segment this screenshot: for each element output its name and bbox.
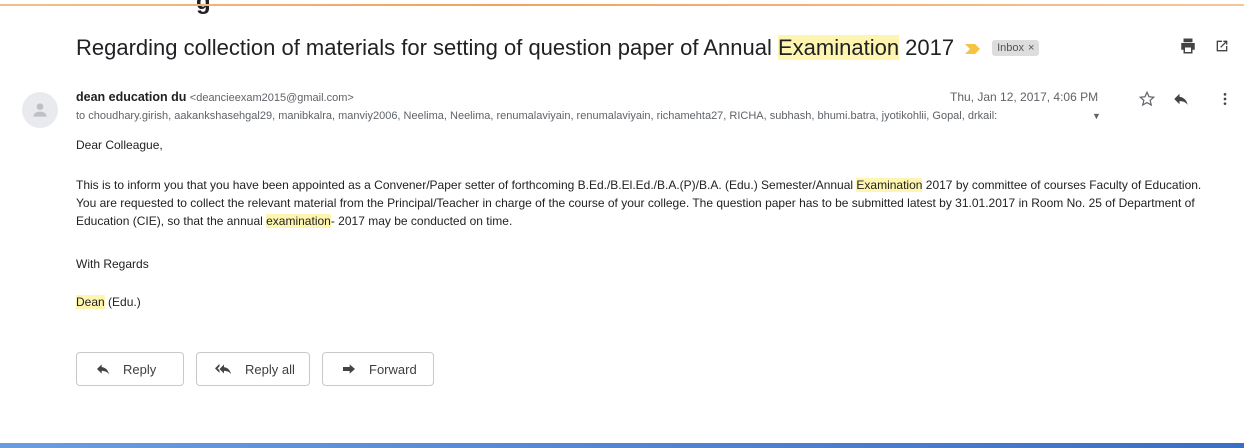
forward-icon [341, 361, 357, 377]
open-in-new-window-icon[interactable] [1212, 36, 1232, 56]
sender-email: <deancieexam2015@gmail.com> [189, 92, 354, 104]
inbox-label-chip[interactable]: Inbox × [992, 40, 1040, 56]
more-vert-icon[interactable] [1214, 88, 1236, 110]
default-avatar-icon [33, 103, 47, 117]
sender-line: dean education du <deancieexam2015@gmail… [76, 90, 354, 104]
importance-marker-icon[interactable] [964, 42, 982, 54]
greeting: Dear Colleague, [76, 138, 163, 152]
search-highlight: Dean [76, 295, 105, 309]
clipped-banner-text: g [196, 0, 211, 15]
closing: With Regards [76, 257, 149, 271]
top-divider [0, 4, 1244, 6]
email-date: Thu, Jan 12, 2017, 4:06 PM [950, 90, 1099, 104]
sender-avatar[interactable] [22, 92, 58, 128]
forward-button[interactable]: Forward [322, 352, 434, 386]
caret-down-icon[interactable]: ▼ [1092, 111, 1101, 121]
reply-label: Reply [123, 361, 157, 377]
remove-label-icon[interactable]: × [1028, 42, 1034, 54]
subject-row: Regarding collection of materials for se… [76, 30, 1040, 66]
reply-all-label: Reply all [245, 361, 295, 377]
reply-button[interactable]: Reply [76, 352, 184, 386]
reply-all-icon [215, 361, 233, 377]
recipients-list: to choudhary.girish, aakankshasehgal29, … [76, 110, 998, 122]
email-subject: Regarding collection of materials for se… [76, 35, 955, 60]
signature: Dean (Edu.) [76, 295, 141, 309]
reply-icon [95, 361, 111, 377]
search-highlight: Examination [777, 35, 900, 60]
star-icon[interactable] [1136, 88, 1158, 110]
forward-label: Forward [369, 361, 417, 377]
search-highlight: Examination [856, 178, 923, 192]
search-highlight: examination [266, 214, 331, 228]
reply-all-button[interactable]: Reply all [196, 352, 310, 386]
print-icon[interactable] [1178, 36, 1198, 56]
sender-name[interactable]: dean education du [76, 90, 186, 104]
bottom-divider [0, 443, 1244, 448]
reply-icon[interactable] [1170, 88, 1192, 110]
message-paragraph: This is to inform you that you have been… [76, 178, 1202, 228]
